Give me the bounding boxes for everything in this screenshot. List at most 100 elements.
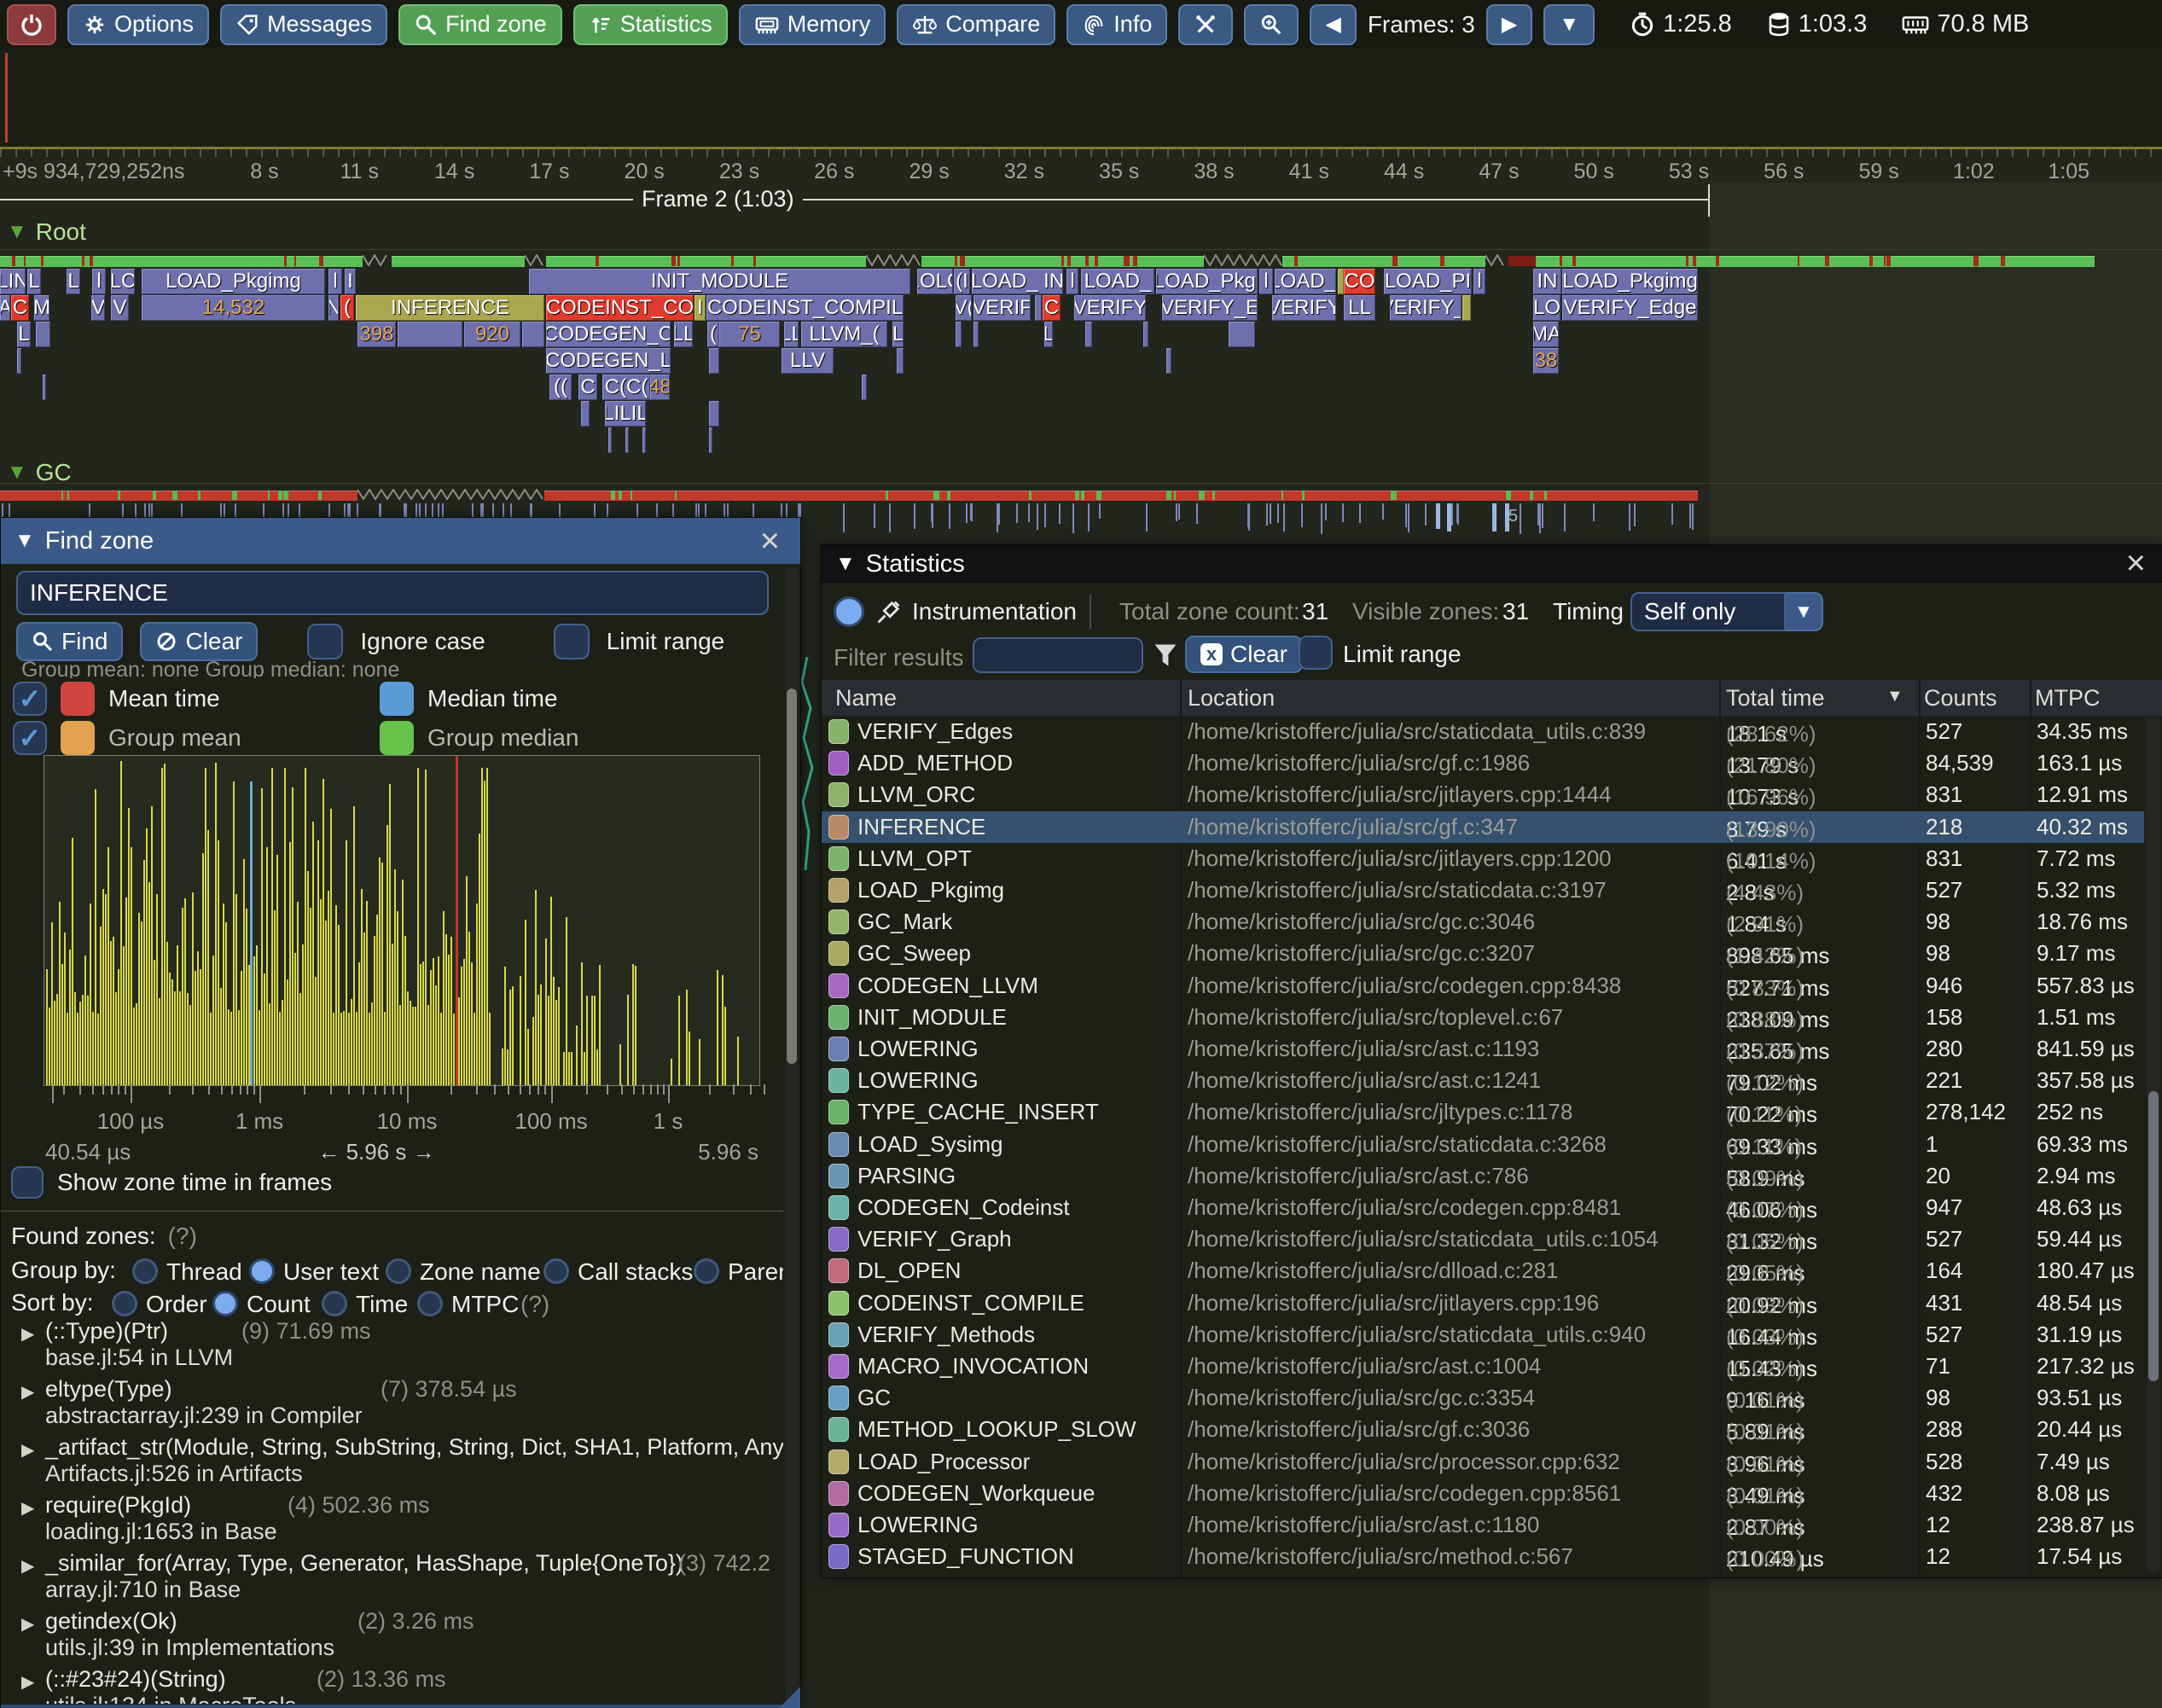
timeline-zone[interactable]: 48: [650, 375, 670, 400]
timeline-zone[interactable]: LO: [1533, 295, 1560, 321]
found-zone-name[interactable]: eltype(Type): [45, 1376, 172, 1403]
timeline-zone[interactable]: L: [27, 269, 41, 294]
timeline-zone[interactable]: [862, 375, 867, 400]
table-row[interactable]: LOAD_Processor/home/kristofferc/julia/sr…: [822, 1446, 2144, 1478]
timeline-zone[interactable]: INIT_MODULE: [529, 269, 910, 294]
find-zone-input[interactable]: [16, 571, 769, 615]
timeline-zone[interactable]: LOLC: [917, 269, 953, 294]
cell-name[interactable]: CODEGEN_Workqueue: [857, 1480, 1095, 1507]
timeline-zone[interactable]: M: [34, 295, 49, 321]
timeline-zone[interactable]: L: [892, 322, 904, 347]
timeline-zone[interactable]: [897, 348, 904, 374]
gc-activity-bar[interactable]: [0, 491, 1698, 500]
timeline-zone[interactable]: L: [17, 322, 31, 347]
timeline-zone[interactable]: 398: [357, 322, 396, 347]
cell-name[interactable]: GC_Sweep: [857, 940, 971, 967]
timeline-zone[interactable]: [642, 427, 646, 453]
timeline-zone[interactable]: [36, 322, 50, 347]
scrollbar-thumb[interactable]: [787, 688, 797, 1064]
timeline-zone[interactable]: LLV: [782, 348, 834, 374]
cell-name[interactable]: CODEGEN_Codeinst: [857, 1194, 1070, 1221]
cell-name[interactable]: GC: [857, 1385, 891, 1411]
timeline-zone[interactable]: LOAD_Pkgimg: [142, 269, 325, 294]
timeline-zone[interactable]: [1085, 322, 1092, 347]
timeline-zone[interactable]: CO: [1344, 269, 1375, 294]
timeline-zone[interactable]: 920: [464, 322, 520, 347]
timeline-zone[interactable]: VERIFY_I: [1390, 295, 1462, 321]
timeline-zone[interactable]: ((: [549, 375, 572, 400]
table-row[interactable]: LLVM_ORC/home/kristofferc/julia/src/jitl…: [822, 779, 2144, 810]
close-icon[interactable]: ×: [760, 521, 780, 561]
stats-limit-range-checkbox[interactable]: [1299, 636, 1333, 670]
cell-name[interactable]: INIT_MODULE: [857, 1004, 1007, 1031]
table-row[interactable]: CODEGEN_LLVM/home/kristofferc/julia/src/…: [822, 970, 2144, 1002]
timeline-zone[interactable]: L: [67, 269, 80, 294]
table-row[interactable]: GC_Sweep/home/kristofferc/julia/src/gc.c…: [822, 938, 2144, 969]
timeline-zone[interactable]: V(: [956, 295, 972, 321]
expand-arrow-icon[interactable]: ▶: [21, 1381, 34, 1403]
timeline-zone[interactable]: N: [328, 295, 339, 321]
timeline-zone[interactable]: 38: [1533, 348, 1559, 374]
show-zone-frames-checkbox[interactable]: [11, 1166, 44, 1199]
filter-input[interactable]: [973, 637, 1143, 673]
timeline-zone[interactable]: LL: [1344, 295, 1375, 321]
timeline-zone[interactable]: VERIFY: [1272, 295, 1336, 321]
cell-name[interactable]: METHOD_LOOKUP_SLOW: [857, 1416, 1136, 1443]
timeline-zone[interactable]: I: [695, 295, 706, 321]
timeline-zone[interactable]: [1143, 322, 1148, 347]
time-ruler[interactable]: +9s 934,729,252ns 8 s11 s14 s17 s20 s23 …: [0, 149, 2162, 185]
radio-thread[interactable]: [132, 1258, 158, 1284]
radio-zone-name[interactable]: [386, 1258, 411, 1284]
timeline-zone[interactable]: INFERENCE: [356, 295, 544, 321]
scrollbar-thumb[interactable]: [2148, 1091, 2159, 1381]
timeline-zone[interactable]: l: [92, 269, 106, 294]
timeline-zone[interactable]: LLVM_(: [801, 322, 887, 347]
power-button[interactable]: [7, 4, 56, 45]
table-row[interactable]: LOAD_Pkgimg/home/kristofferc/julia/src/s…: [822, 874, 2144, 906]
table-row[interactable]: CODEINST_COMPILE/home/kristofferc/julia/…: [822, 1287, 2144, 1319]
found-zone-name[interactable]: _similar_for(Array, Type, Generator, Has…: [45, 1550, 683, 1577]
options-button[interactable]: Options: [67, 4, 209, 45]
timeline-zone[interactable]: 14,532: [142, 295, 325, 321]
statistics-titlebar[interactable]: ▼ Statistics ×: [822, 545, 2162, 583]
timeline-zone[interactable]: VERIFY: [1074, 295, 1146, 321]
timeline-zone[interactable]: l: [1473, 269, 1485, 294]
timeline-zone[interactable]: [709, 348, 719, 374]
timeline-zone[interactable]: CODEGEN_L: [546, 348, 671, 374]
timeline-zone[interactable]: LC: [111, 269, 135, 294]
cell-name[interactable]: INFERENCE: [857, 814, 985, 840]
limit-range-checkbox[interactable]: [554, 624, 590, 659]
expand-arrow-icon[interactable]: ▶: [21, 1323, 34, 1345]
timeline-zone[interactable]: C(C(: [602, 375, 650, 400]
found-zone-name[interactable]: getindex(Ok): [45, 1608, 177, 1635]
cell-name[interactable]: LOAD_Processor: [857, 1449, 1030, 1475]
stats-scrollbar[interactable]: [2147, 717, 2160, 1572]
table-row[interactable]: TYPE_CACHE_INSERT/home/kristofferc/julia…: [822, 1096, 2144, 1128]
col-total-time[interactable]: Total time: [1726, 685, 1825, 712]
expand-arrow-icon[interactable]: ▶: [21, 1613, 34, 1635]
timeline-zone[interactable]: LOAD_Pkgi: [1156, 269, 1258, 294]
find-zone-titlebar[interactable]: ▼ Find zone ×: [1, 518, 800, 564]
table-row[interactable]: LLVM_OPT/home/kristofferc/julia/src/jitl…: [822, 843, 2144, 874]
find-zone-histogram[interactable]: [44, 755, 760, 1086]
find-button[interactable]: Find: [16, 622, 123, 661]
frame-dropdown-button[interactable]: ▼: [1543, 4, 1595, 45]
radio-order[interactable]: [112, 1291, 137, 1316]
cell-name[interactable]: LOAD_Sysimg: [857, 1131, 1003, 1158]
expand-arrow-icon[interactable]: ▶: [21, 1671, 34, 1693]
statistics-button[interactable]: Statistics: [573, 4, 728, 45]
cell-name[interactable]: DL_OPEN: [857, 1258, 961, 1284]
timeline-zone[interactable]: [522, 322, 544, 347]
cell-name[interactable]: LOAD_Pkgimg: [857, 877, 1004, 903]
prev-frame-button[interactable]: ◀: [1310, 4, 1356, 45]
ignore-case-checkbox[interactable]: [307, 624, 343, 659]
timeline-zone[interactable]: C: [1043, 295, 1061, 321]
table-row[interactable]: LOWERING/home/kristofferc/julia/src/ast.…: [822, 1033, 2144, 1065]
timeline-zone[interactable]: LIN: [0, 269, 26, 294]
next-frame-button[interactable]: ▶: [1486, 4, 1532, 45]
cell-name[interactable]: VERIFY_Graph: [857, 1226, 1012, 1252]
clear-button[interactable]: Clear: [140, 622, 258, 661]
timeline-zone[interactable]: [581, 401, 590, 427]
table-row[interactable]: VERIFY_Graph/home/kristofferc/julia/src/…: [822, 1223, 2144, 1255]
cell-name[interactable]: ADD_METHOD: [857, 750, 1013, 776]
